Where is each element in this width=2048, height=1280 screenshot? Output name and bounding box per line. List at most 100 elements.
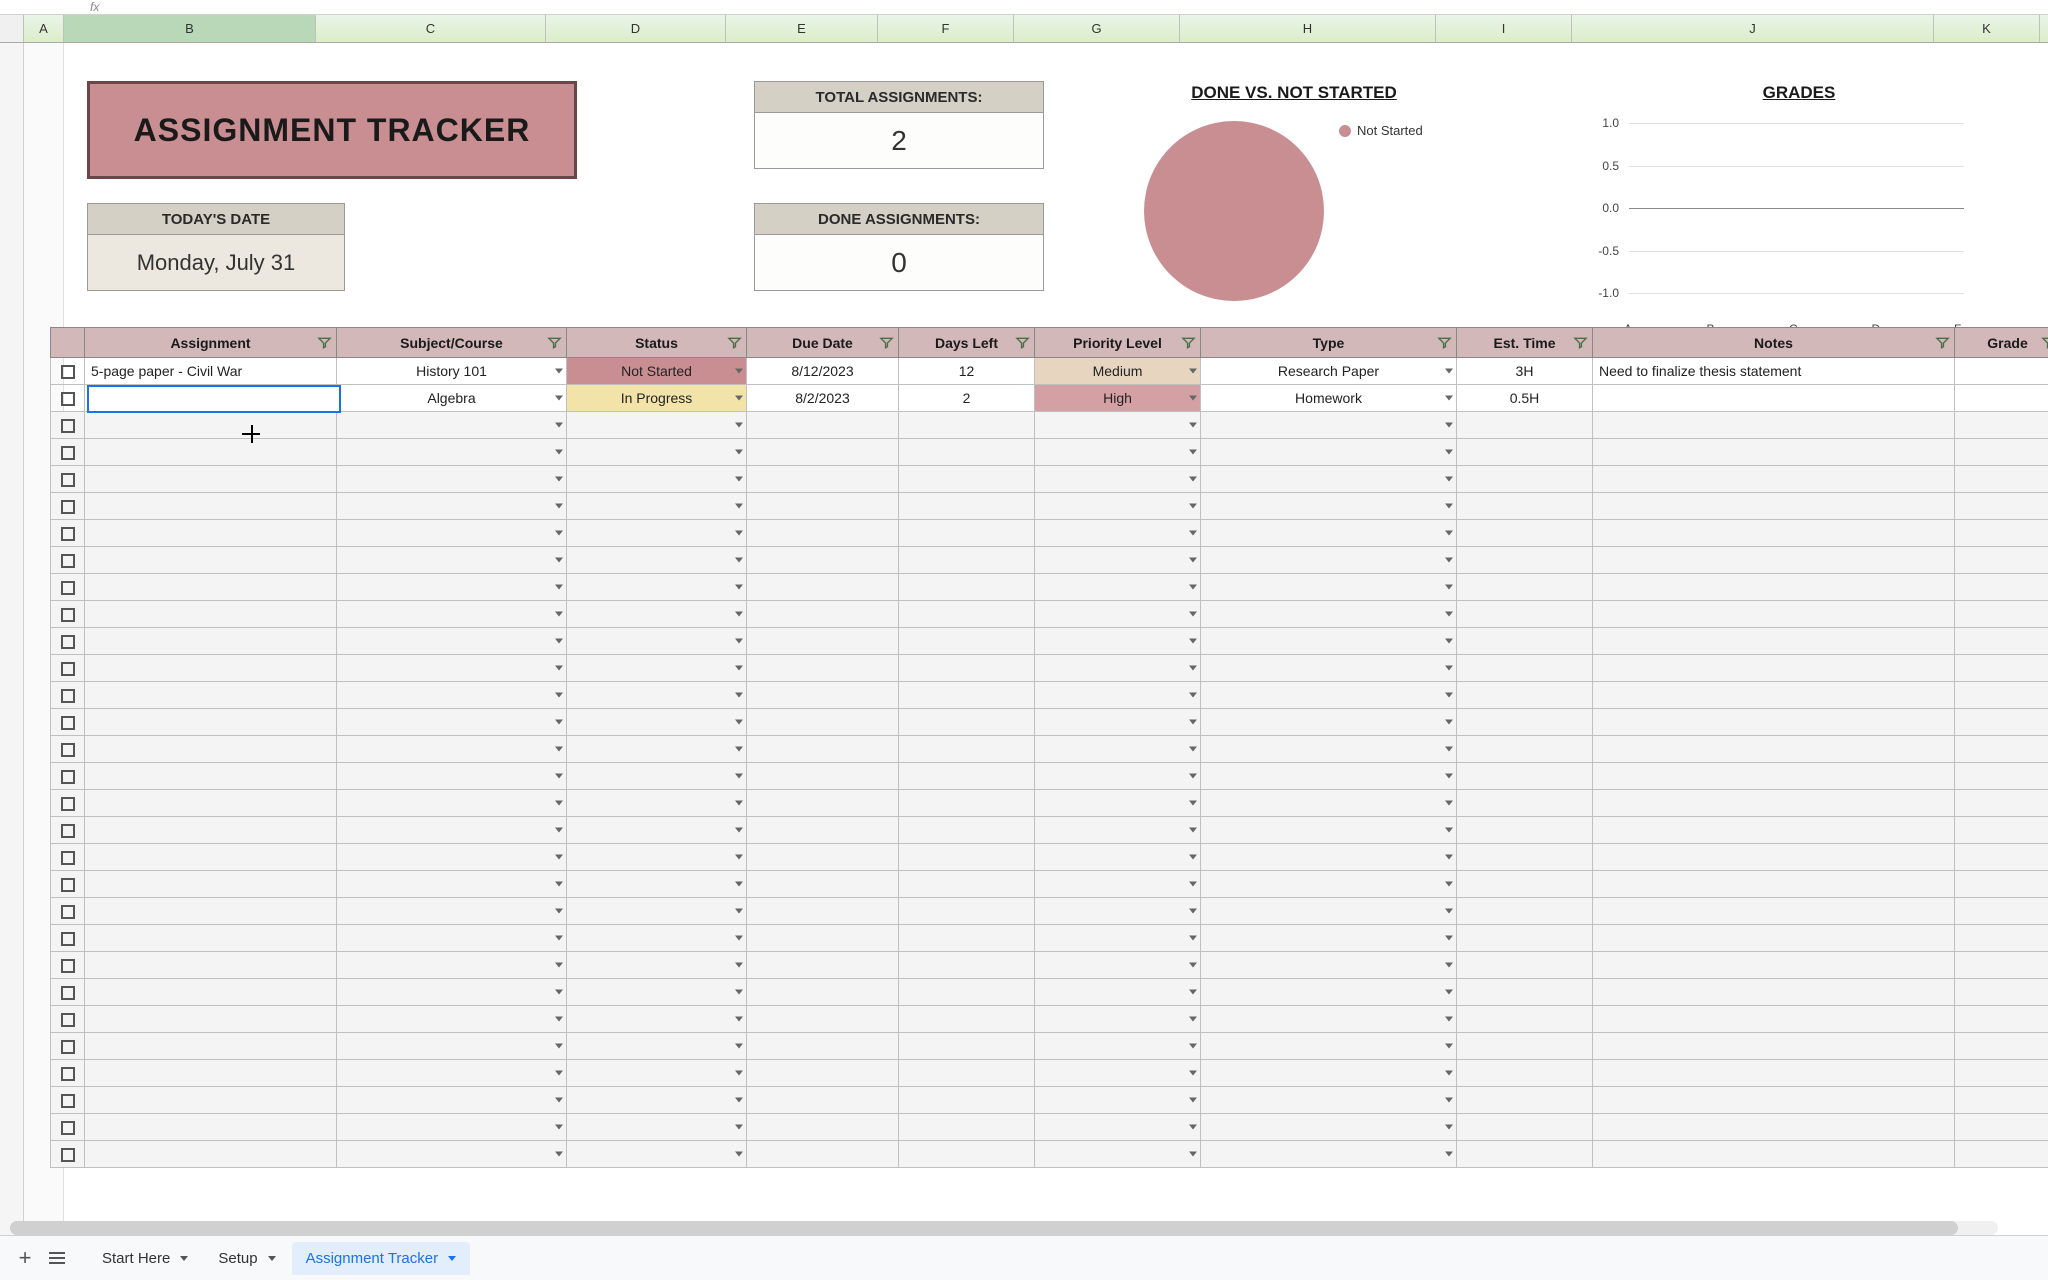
row-checkbox-cell[interactable] bbox=[51, 493, 85, 520]
empty-cell[interactable] bbox=[567, 979, 747, 1006]
due-date-cell[interactable]: 8/2/2023 bbox=[747, 385, 899, 412]
dropdown-arrow-icon[interactable] bbox=[1445, 882, 1453, 887]
empty-cell[interactable] bbox=[747, 898, 899, 925]
row-checkbox-cell[interactable] bbox=[51, 547, 85, 574]
checkbox-icon[interactable] bbox=[61, 608, 75, 622]
dropdown-arrow-icon[interactable] bbox=[1189, 585, 1197, 590]
empty-cell[interactable] bbox=[747, 1141, 899, 1168]
empty-cell[interactable] bbox=[899, 844, 1035, 871]
row-checkbox-cell[interactable] bbox=[51, 466, 85, 493]
dropdown-arrow-icon[interactable] bbox=[1189, 909, 1197, 914]
row-checkbox-cell[interactable] bbox=[51, 628, 85, 655]
empty-cell[interactable] bbox=[1035, 439, 1201, 466]
priority-cell[interactable]: High bbox=[1035, 385, 1201, 412]
empty-cell[interactable] bbox=[1035, 520, 1201, 547]
dropdown-arrow-icon[interactable] bbox=[555, 585, 563, 590]
empty-cell[interactable] bbox=[85, 763, 337, 790]
checkbox-icon[interactable] bbox=[61, 581, 75, 595]
chevron-down-icon[interactable] bbox=[448, 1256, 456, 1261]
empty-cell[interactable] bbox=[85, 574, 337, 601]
empty-cell[interactable] bbox=[85, 1114, 337, 1141]
empty-cell[interactable] bbox=[1955, 466, 2048, 493]
checkbox-icon[interactable] bbox=[61, 905, 75, 919]
column-header-j[interactable]: J bbox=[1572, 15, 1934, 42]
empty-cell[interactable] bbox=[337, 1006, 567, 1033]
empty-cell[interactable] bbox=[1955, 817, 2048, 844]
dropdown-arrow-icon[interactable] bbox=[1445, 585, 1453, 590]
dropdown-arrow-icon[interactable] bbox=[555, 990, 563, 995]
column-header-e[interactable]: E bbox=[726, 15, 878, 42]
empty-cell[interactable] bbox=[567, 763, 747, 790]
empty-cell[interactable] bbox=[1955, 628, 2048, 655]
empty-cell[interactable] bbox=[899, 493, 1035, 520]
empty-cell[interactable] bbox=[1201, 601, 1457, 628]
empty-cell[interactable] bbox=[1201, 466, 1457, 493]
empty-cell[interactable] bbox=[1201, 1141, 1457, 1168]
empty-cell[interactable] bbox=[337, 952, 567, 979]
empty-cell[interactable] bbox=[1457, 520, 1593, 547]
empty-cell[interactable] bbox=[85, 817, 337, 844]
empty-cell[interactable] bbox=[1457, 898, 1593, 925]
checkbox-icon[interactable] bbox=[61, 689, 75, 703]
dropdown-arrow-icon[interactable] bbox=[1189, 1017, 1197, 1022]
empty-cell[interactable] bbox=[899, 898, 1035, 925]
dropdown-arrow-icon[interactable] bbox=[1445, 1071, 1453, 1076]
notes-cell[interactable]: Need to finalize thesis statement bbox=[1593, 358, 1955, 385]
empty-cell[interactable] bbox=[337, 574, 567, 601]
empty-cell[interactable] bbox=[1593, 736, 1955, 763]
empty-cell[interactable] bbox=[1955, 412, 2048, 439]
empty-cell[interactable] bbox=[1201, 763, 1457, 790]
empty-cell[interactable] bbox=[1457, 817, 1593, 844]
dropdown-arrow-icon[interactable] bbox=[555, 369, 563, 374]
select-all-corner[interactable] bbox=[0, 15, 24, 42]
dropdown-arrow-icon[interactable] bbox=[555, 963, 563, 968]
empty-cell[interactable] bbox=[1201, 736, 1457, 763]
empty-cell[interactable] bbox=[85, 790, 337, 817]
empty-cell[interactable] bbox=[1955, 574, 2048, 601]
empty-cell[interactable] bbox=[85, 412, 337, 439]
column-header-k[interactable]: K bbox=[1934, 15, 2040, 42]
row-checkbox-cell[interactable] bbox=[51, 709, 85, 736]
empty-cell[interactable] bbox=[1955, 601, 2048, 628]
empty-cell[interactable] bbox=[1955, 871, 2048, 898]
dropdown-arrow-icon[interactable] bbox=[1189, 963, 1197, 968]
filter-icon[interactable] bbox=[547, 335, 562, 350]
dropdown-arrow-icon[interactable] bbox=[1445, 855, 1453, 860]
empty-cell[interactable] bbox=[1457, 1060, 1593, 1087]
empty-cell[interactable] bbox=[1035, 574, 1201, 601]
row-checkbox-cell[interactable] bbox=[51, 1006, 85, 1033]
empty-cell[interactable] bbox=[85, 520, 337, 547]
empty-cell[interactable] bbox=[85, 871, 337, 898]
filter-icon[interactable] bbox=[1573, 335, 1588, 350]
empty-cell[interactable] bbox=[747, 412, 899, 439]
dropdown-arrow-icon[interactable] bbox=[735, 639, 743, 644]
empty-cell[interactable] bbox=[337, 979, 567, 1006]
column-header-b[interactable]: B bbox=[64, 15, 316, 42]
empty-cell[interactable] bbox=[567, 520, 747, 547]
empty-cell[interactable] bbox=[567, 709, 747, 736]
dropdown-arrow-icon[interactable] bbox=[1445, 1152, 1453, 1157]
dropdown-arrow-icon[interactable] bbox=[1445, 693, 1453, 698]
empty-cell[interactable] bbox=[1593, 925, 1955, 952]
empty-cell[interactable] bbox=[567, 1141, 747, 1168]
empty-cell[interactable] bbox=[1457, 844, 1593, 871]
empty-cell[interactable] bbox=[337, 628, 567, 655]
empty-cell[interactable] bbox=[85, 925, 337, 952]
empty-cell[interactable] bbox=[747, 871, 899, 898]
empty-cell[interactable] bbox=[1593, 1033, 1955, 1060]
empty-cell[interactable] bbox=[1201, 1087, 1457, 1114]
empty-cell[interactable] bbox=[567, 898, 747, 925]
empty-cell[interactable] bbox=[1201, 1033, 1457, 1060]
empty-cell[interactable] bbox=[1035, 1114, 1201, 1141]
row-checkbox-cell[interactable] bbox=[51, 439, 85, 466]
empty-cell[interactable] bbox=[1035, 466, 1201, 493]
empty-cell[interactable] bbox=[1201, 871, 1457, 898]
empty-cell[interactable] bbox=[1035, 790, 1201, 817]
dropdown-arrow-icon[interactable] bbox=[735, 882, 743, 887]
empty-cell[interactable] bbox=[1201, 520, 1457, 547]
add-sheet-button[interactable]: + bbox=[10, 1243, 40, 1273]
dropdown-arrow-icon[interactable] bbox=[735, 450, 743, 455]
empty-cell[interactable] bbox=[337, 817, 567, 844]
empty-cell[interactable] bbox=[1201, 790, 1457, 817]
checkbox-icon[interactable] bbox=[61, 635, 75, 649]
